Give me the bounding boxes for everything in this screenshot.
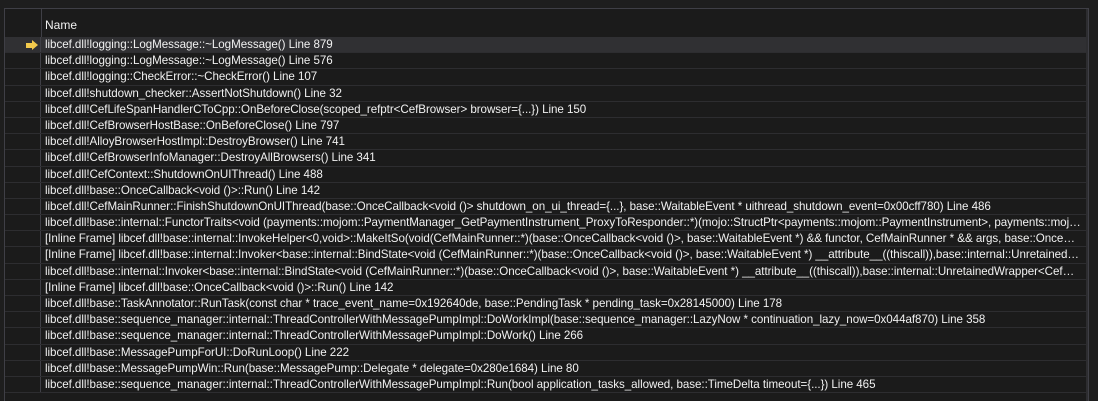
call-stack-list: libcef.dll!logging::LogMessage::~LogMess… [5,37,1088,394]
call-stack-window: Name libcef.dll!logging::LogMessage::~Lo… [0,0,1098,401]
stack-frame-text: libcef.dll!base::sequence_manager::inter… [45,313,986,327]
column-header: Name [5,9,1088,37]
stack-frame-text: libcef.dll!CefBrowserHostBase::OnBeforeC… [45,118,340,132]
stack-frame-text: libcef.dll!shutdown_checker::AssertNotSh… [45,86,342,100]
stack-frame-row[interactable]: [Inline Frame] libcef.dll!base::internal… [5,247,1088,264]
stack-frame-row[interactable]: libcef.dll!base::sequence_manager::inter… [5,328,1088,345]
stack-frame-text: libcef.dll!base::MessagePumpWin::Run(bas… [45,361,579,375]
scrollbar-edge[interactable] [1086,9,1088,401]
stack-frame-text: libcef.dll!CefMainRunner::FinishShutdown… [45,199,991,213]
stack-frame-text: [Inline Frame] libcef.dll!base::internal… [45,248,1082,262]
row-gutter [5,312,41,328]
row-gutter [5,344,41,360]
row-gutter [5,215,41,231]
stack-frame-row[interactable]: libcef.dll!CefLifeSpanHandlerCToCpp::OnB… [5,101,1088,118]
stack-frame-text: [Inline Frame] libcef.dll!base::internal… [45,232,1082,246]
row-gutter [5,279,41,295]
stack-frame-text: libcef.dll!base::OnceCallback<void ()>::… [45,183,321,197]
stack-frame-row[interactable]: libcef.dll!CefBrowserHostBase::OnBeforeC… [5,117,1088,135]
row-gutter [5,376,41,393]
row-gutter [5,37,41,53]
stack-frame-text: libcef.dll!AlloyBrowserHostImpl::Destroy… [45,135,345,149]
stack-frame-row[interactable]: libcef.dll!logging::CheckError::~CheckEr… [5,69,1088,86]
row-gutter [5,296,41,312]
row-gutter [5,134,41,150]
stack-frame-row[interactable]: libcef.dll!base::OnceCallback<void ()>::… [5,182,1088,199]
stack-frame-text: libcef.dll!base::internal::FunctorTraits… [45,216,1082,230]
stack-frame-row[interactable]: libcef.dll!logging::LogMessage::~LogMess… [5,37,1088,54]
row-gutter [5,53,41,69]
row-gutter [5,198,41,215]
stack-frame-row[interactable]: [Inline Frame] libcef.dll!base::OnceCall… [5,279,1088,296]
row-gutter [5,360,41,376]
row-gutter [5,182,41,198]
stack-frame-text: libcef.dll!logging::CheckError::~CheckEr… [45,70,318,84]
row-gutter [5,85,41,101]
stack-frame-text: libcef.dll!logging::LogMessage::~LogMess… [45,54,333,68]
stack-frame-text: libcef.dll!logging::LogMessage::~LogMess… [45,38,333,51]
stack-frame-row[interactable]: libcef.dll!base::MessagePumpForUI::DoRun… [5,344,1088,361]
stack-frame-text: libcef.dll!base::MessagePumpForUI::DoRun… [45,345,350,359]
stack-frame-row[interactable]: libcef.dll!CefMainRunner::FinishShutdown… [5,198,1088,216]
stack-frame-text: libcef.dll!CefLifeSpanHandlerCToCpp::OnB… [45,102,587,116]
stack-frame-text: libcef.dll!base::sequence_manager::inter… [45,377,876,391]
stack-frame-row[interactable]: libcef.dll!base::internal::FunctorTraits… [5,215,1088,232]
stack-frame-row[interactable]: libcef.dll!shutdown_checker::AssertNotSh… [5,85,1088,102]
row-gutter [5,231,41,247]
stack-frame-row[interactable]: libcef.dll!base::internal::Invoker<base:… [5,263,1088,280]
row-gutter [5,117,41,134]
row-gutter [5,150,41,166]
stack-frame-row[interactable]: libcef.dll!CefBrowserInfoManager::Destro… [5,150,1088,167]
stack-frame-text: libcef.dll!base::TaskAnnotator::RunTask(… [45,297,783,310]
row-gutter [5,263,41,279]
stack-frame-row[interactable]: libcef.dll!base::MessagePumpWin::Run(bas… [5,360,1088,377]
stack-frame-text: libcef.dll!CefContext::ShutdownOnUIThrea… [45,167,323,181]
stack-frame-row[interactable]: libcef.dll!base::sequence_manager::inter… [5,376,1088,394]
stack-frame-row[interactable]: libcef.dll!logging::LogMessage::~LogMess… [5,53,1088,70]
call-stack-panel: Name libcef.dll!logging::LogMessage::~Lo… [4,8,1089,401]
stack-frame-row[interactable]: libcef.dll!AlloyBrowserHostImpl::Destroy… [5,134,1088,151]
stack-frame-row[interactable]: libcef.dll!base::TaskAnnotator::RunTask(… [5,296,1088,313]
row-gutter [5,69,41,85]
row-gutter [5,101,41,117]
stack-frame-text: libcef.dll!base::internal::Invoker<base:… [45,264,1082,278]
stack-frame-text: [Inline Frame] libcef.dll!base::OnceCall… [45,280,394,294]
stack-frame-row[interactable]: libcef.dll!base::sequence_manager::inter… [5,312,1088,329]
stack-frame-text: libcef.dll!base::sequence_manager::inter… [45,329,584,343]
row-gutter [5,328,41,344]
stack-frame-row[interactable]: libcef.dll!CefContext::ShutdownOnUIThrea… [5,166,1088,183]
stack-frame-row[interactable]: [Inline Frame] libcef.dll!base::internal… [5,231,1088,248]
header-gutter [5,9,42,37]
name-column-header[interactable]: Name [45,18,77,32]
row-gutter [5,166,41,182]
row-gutter [5,247,41,263]
stack-frame-text: libcef.dll!CefBrowserInfoManager::Destro… [45,151,376,165]
